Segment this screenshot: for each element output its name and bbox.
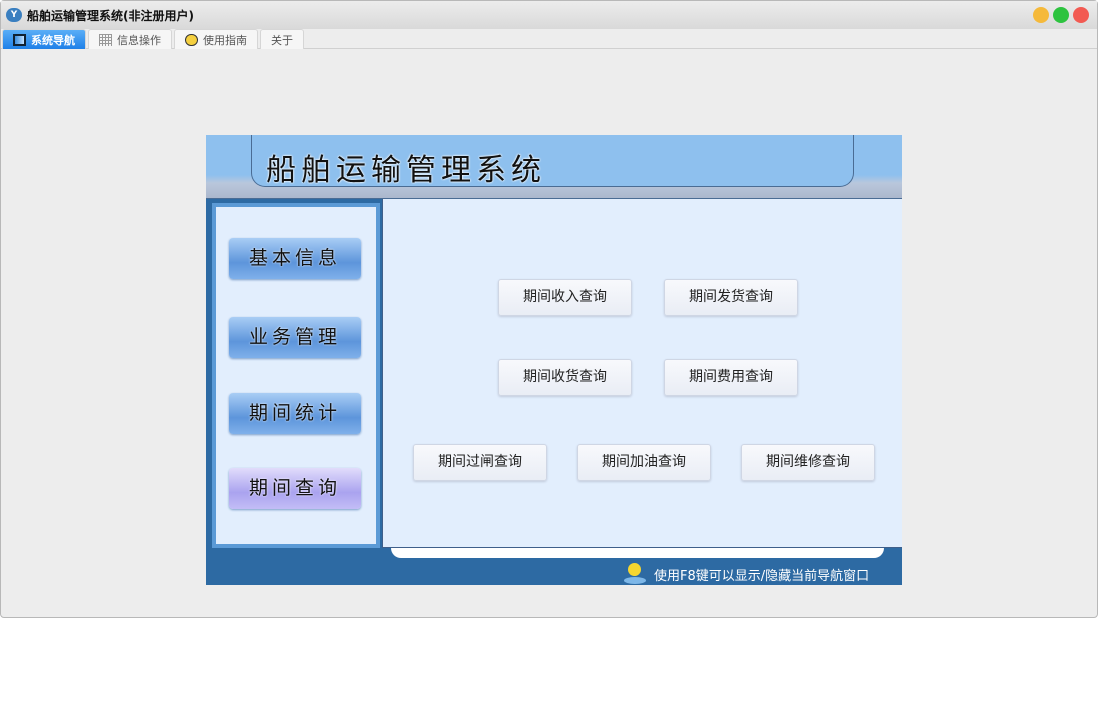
nav-query[interactable]: 期间查询 [229,468,361,509]
window-title: 船舶运输管理系统(非注册用户) [27,8,194,23]
minimize-button[interactable] [1033,7,1049,23]
help-icon [185,33,198,46]
tab-bar: 系统导航 信息操作 使用指南 关于 [1,29,1097,49]
shipment-query-button[interactable]: 期间发货查询 [664,279,798,316]
grid-icon [99,33,112,46]
hint: 使用F8键可以显示/隐藏当前导航窗口 [624,563,869,585]
title-bar: Y 船舶运输管理系统(非注册用户) [1,1,1097,29]
lock-passage-query-button[interactable]: 期间过闸查询 [413,444,547,481]
lightbulb-icon [624,563,646,585]
maximize-button[interactable] [1053,7,1069,23]
system-title: 船舶运输管理系统 [266,153,546,188]
navigation-panel: 船舶运输管理系统 基本信息 业务管理 期间统计 期间查询 期间收入查询 期间发货… [206,135,902,585]
expense-query-button[interactable]: 期间费用查询 [664,359,798,396]
app-window: Y 船舶运输管理系统(非注册用户) 系统导航 信息操作 使用指南 关于 船舶运输… [0,0,1098,618]
nav-basic-info[interactable]: 基本信息 [229,238,361,279]
nav-business[interactable]: 业务管理 [229,317,361,358]
monitor-icon [13,33,26,46]
tab-guide[interactable]: 使用指南 [174,29,258,49]
query-area: 期间收入查询 期间发货查询 期间收货查询 期间费用查询 期间过闸查询 期间加油查… [382,199,902,548]
income-query-button[interactable]: 期间收入查询 [498,279,632,316]
tab-info-ops[interactable]: 信息操作 [88,29,172,49]
refuel-query-button[interactable]: 期间加油查询 [577,444,711,481]
tab-system-nav[interactable]: 系统导航 [2,29,86,49]
repair-query-button[interactable]: 期间维修查询 [741,444,875,481]
close-button[interactable] [1073,7,1089,23]
receipt-query-button[interactable]: 期间收货查询 [498,359,632,396]
tab-about[interactable]: 关于 [260,29,304,49]
app-logo-icon: Y [6,8,22,22]
nav-statistics[interactable]: 期间统计 [229,393,361,434]
panel-header: 船舶运输管理系统 [206,135,902,199]
hint-text: 使用F8键可以显示/隐藏当前导航窗口 [654,568,870,584]
nav-sidebar: 基本信息 业务管理 期间统计 期间查询 [212,203,380,548]
